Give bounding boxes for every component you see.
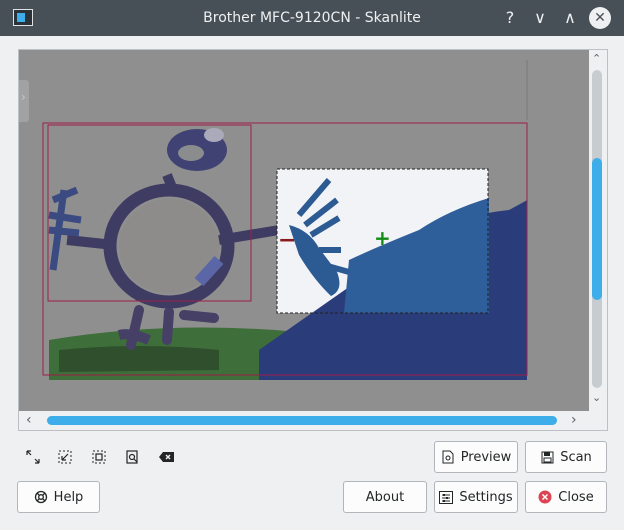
scan-button[interactable]: Scan [525,441,607,473]
settings-button[interactable]: Settings [434,481,518,513]
zoom-selection-icon[interactable] [90,448,108,466]
add-selection-icon[interactable]: + [374,228,391,248]
maximize-icon[interactable]: ∧ [558,6,582,30]
horizontal-scroll-thumb[interactable] [47,416,557,425]
settings-label: Settings [459,489,513,505]
title-bar: Brother MFC-9120CN - Skanlite ? ∨ ∧ ✕ [0,0,624,36]
lifebuoy-icon [34,490,48,504]
horizontal-scrollbar[interactable]: ‹ › [19,411,589,430]
preview-icon [441,450,455,464]
scan-label: Scan [560,449,592,465]
scroll-down-icon[interactable]: ⌄ [592,391,601,404]
close-icon [538,490,552,504]
minimize-icon[interactable]: ∨ [528,6,552,30]
help-label: Help [53,489,84,505]
close-label: Close [558,489,594,505]
help-button[interactable]: Help [17,481,100,513]
remove-selection-icon[interactable]: − [278,230,296,252]
close-window-icon[interactable]: ✕ [589,7,611,29]
scanned-drawing [19,50,589,411]
clear-selection-icon[interactable] [158,448,176,466]
preview-button[interactable]: Preview [434,441,518,473]
zoom-in-icon[interactable] [24,448,42,466]
vertical-scrollbar[interactable]: ⌃ ⌄ [589,50,607,411]
close-button[interactable]: Close [525,481,607,513]
save-icon [540,450,554,464]
zoom-fit-icon[interactable] [124,448,142,466]
scan-preview-area[interactable]: − + [19,50,589,411]
vertical-scroll-thumb[interactable] [592,158,602,300]
about-label: About [365,489,405,505]
zoom-out-icon[interactable] [56,448,74,466]
scroll-left-icon[interactable]: ‹ [26,412,32,428]
scroll-right-icon[interactable]: › [571,412,577,428]
help-icon[interactable]: ? [498,6,522,30]
preview-label: Preview [460,449,512,465]
side-panel-handle[interactable] [19,80,29,122]
settings-icon [439,490,454,504]
about-button[interactable]: About [343,481,427,513]
scroll-up-icon[interactable]: ⌃ [592,52,601,65]
